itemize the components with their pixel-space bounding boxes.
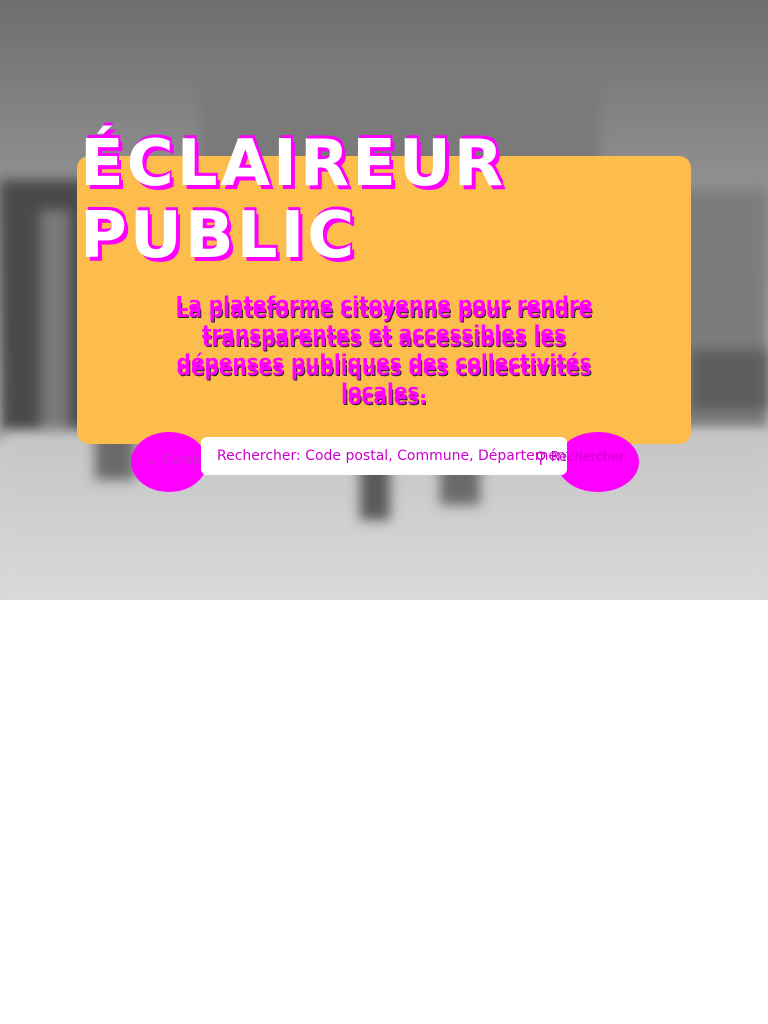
magnifier-icon: ⚲: [535, 447, 547, 467]
site-title-line1: ÉCLAIREUR: [80, 127, 507, 201]
search-bar: ⌄ Commune Rechercher: Code postal, Commu…: [131, 432, 639, 494]
search-button[interactable]: ⚲ Rechercher: [535, 444, 624, 470]
search-button-label: Rechercher: [550, 449, 625, 465]
site-title-line2: PUBLIC: [80, 199, 358, 273]
search-input-placeholder: Rechercher: Code postal, Commune, Départ…: [217, 448, 567, 464]
bg-building: [690, 350, 768, 410]
tagline: La plateforme citoyenne pour rendre tran…: [175, 298, 593, 409]
site-title: ÉCLAIREUR PUBLIC: [80, 128, 506, 272]
bg-building: [40, 210, 70, 440]
search-input[interactable]: Rechercher: Code postal, Commune, Départ…: [201, 437, 567, 475]
chevron-down-icon: ⌄: [145, 452, 157, 468]
